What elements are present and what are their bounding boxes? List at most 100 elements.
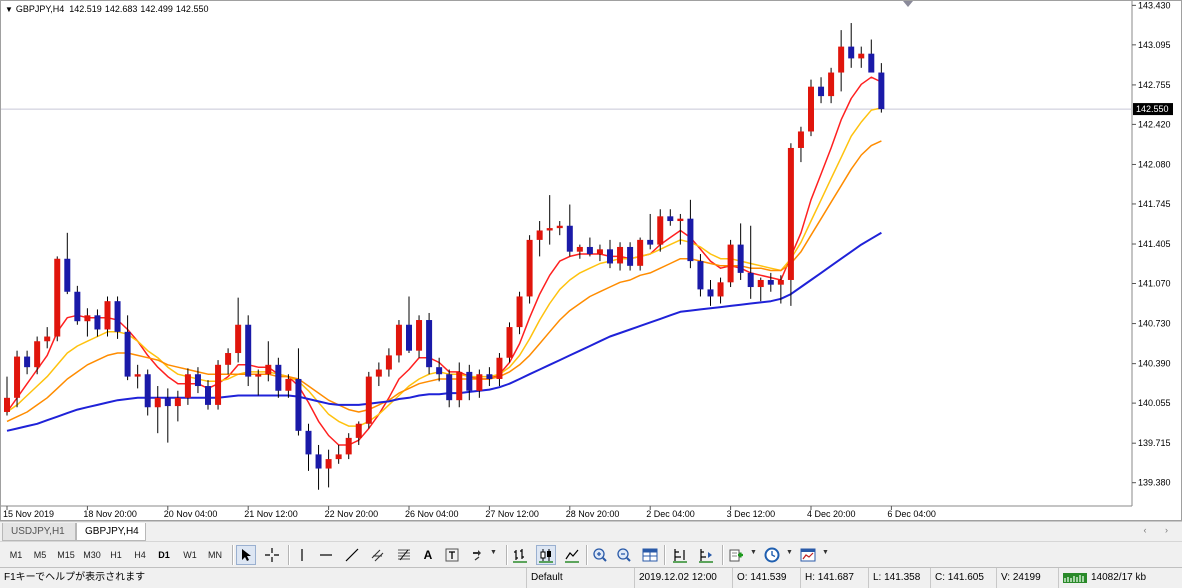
current-price-tag-label: 142.550: [1136, 104, 1169, 114]
time-axis-label: 26 Nov 04:00: [405, 509, 459, 519]
line-chart-icon[interactable]: [562, 545, 582, 565]
candle-body: [506, 327, 513, 358]
status-bar: F1キーでヘルプが表示されます Default 2019.12.02 12:00…: [0, 567, 1182, 588]
time-axis-label: 4 Dec 20:00: [807, 509, 856, 519]
price-chart[interactable]: 143.430 143.095 142.755 142.420 142.080 141.7…: [1, 1, 1181, 520]
candle-body: [456, 371, 463, 401]
candle-body: [446, 374, 453, 401]
templates-dropdown-icon[interactable]: ▼: [822, 549, 829, 556]
chart-shift-icon[interactable]: [696, 545, 716, 565]
timeframe-m1-button[interactable]: M1: [6, 547, 26, 563]
chart-menu-triangle-icon[interactable]: ▼: [5, 5, 13, 14]
candle-body: [255, 374, 262, 377]
text-label-tool-icon[interactable]: [442, 545, 462, 565]
vertical-line-tool-icon[interactable]: [292, 545, 312, 565]
candle-body: [436, 367, 443, 375]
candle-body: [295, 378, 302, 431]
timeframe-d1-button[interactable]: D1: [154, 547, 174, 563]
candle: [365, 371, 372, 429]
candle-body: [858, 53, 865, 59]
text-tool-icon[interactable]: A: [418, 545, 438, 565]
time-axis-label: 6 Dec 04:00: [887, 509, 936, 519]
timeframe-w1-button[interactable]: W1: [180, 547, 200, 563]
timeframe-h4-button[interactable]: H4: [130, 547, 150, 563]
indicators-icon[interactable]: [726, 545, 746, 565]
candlestick-chart-icon[interactable]: [536, 545, 556, 565]
timeframe-m5-button[interactable]: M5: [30, 547, 50, 563]
candle-body: [667, 216, 674, 222]
price-axis-label: 142.755: [1138, 80, 1171, 90]
candle-body: [647, 239, 654, 245]
trendline-tool-icon[interactable]: [342, 545, 362, 565]
candle-body: [355, 423, 362, 438]
tab-gbpjpy-h4[interactable]: GBPJPY,H4: [76, 523, 146, 541]
candle-body: [14, 356, 21, 398]
horizontal-line-tool-icon[interactable]: [316, 545, 336, 565]
price-axis-label: 142.420: [1138, 119, 1171, 129]
timeframe-h1-button[interactable]: H1: [106, 547, 126, 563]
arrows-tool-icon[interactable]: [468, 545, 488, 565]
ohlc-low: 142.499: [140, 4, 173, 14]
candle-body: [54, 258, 61, 337]
candle-body: [305, 430, 312, 455]
status-low: L: 141.358: [868, 568, 930, 588]
chart-shift-marker-icon[interactable]: [903, 1, 913, 7]
tile-windows-icon[interactable]: [640, 545, 660, 565]
candle-body: [4, 397, 10, 412]
arrows-dropdown-icon[interactable]: ▼: [490, 549, 497, 556]
time-axis-label: 28 Nov 20:00: [566, 509, 620, 519]
candle-body: [325, 459, 332, 469]
connection-bars-icon: [1063, 572, 1087, 583]
candle-body: [416, 320, 423, 351]
time-axis-label: 3 Dec 12:00: [727, 509, 776, 519]
candle-body: [607, 249, 613, 264]
candle: [808, 79, 814, 137]
cursor-tool-icon[interactable]: [236, 545, 256, 565]
timeframe-m30-button[interactable]: M30: [80, 547, 104, 563]
time-axis-label: 22 Nov 20:00: [325, 509, 379, 519]
periods-dropdown-icon[interactable]: ▼: [786, 549, 793, 556]
templates-icon[interactable]: [798, 545, 818, 565]
candle-body: [94, 315, 101, 330]
current-price-tag: 142.550: [1133, 103, 1173, 116]
candle-body: [496, 357, 503, 379]
chart-symbol: GBPJPY,H4: [15, 4, 65, 14]
candle-body: [335, 454, 342, 460]
periods-clock-icon[interactable]: [762, 545, 782, 565]
toolbar-separator: [586, 545, 588, 565]
auto-scroll-icon[interactable]: [670, 545, 690, 565]
candle-body: [194, 374, 201, 387]
candle-body: [657, 216, 664, 245]
status-profile[interactable]: Default: [526, 568, 634, 588]
zoom-out-icon[interactable]: [614, 545, 634, 565]
candle-body: [235, 324, 242, 354]
price-axis-label: 143.095: [1138, 40, 1171, 50]
candle-body: [737, 244, 744, 273]
chart-window[interactable]: 143.430 143.095 142.755 142.420 142.080 141.7…: [0, 0, 1182, 521]
candle-body: [426, 320, 433, 368]
time-axis-label: 15 Nov 2019: [3, 509, 54, 519]
bar-chart-icon[interactable]: [510, 545, 530, 565]
indicators-dropdown-icon[interactable]: ▼: [750, 549, 757, 556]
candle: [54, 256, 61, 342]
candle-body: [124, 331, 131, 377]
tab-usdjpy-h1[interactable]: USDJPY,H1: [2, 523, 76, 541]
crosshair-tool-icon[interactable]: [262, 545, 282, 565]
toolbar-separator: [722, 545, 724, 565]
candle-body: [375, 369, 382, 377]
candle-body: [627, 246, 634, 266]
tab-scroll-arrows[interactable]: ‹ ›: [1144, 525, 1177, 535]
channel-tool-icon[interactable]: [368, 545, 388, 565]
candle-body: [64, 258, 71, 292]
status-traffic[interactable]: 14082/17 kb: [1058, 568, 1182, 588]
candle-body: [727, 244, 734, 283]
zoom-in-icon[interactable]: [590, 545, 610, 565]
candle-body: [586, 246, 593, 255]
fibonacci-tool-icon[interactable]: [394, 545, 414, 565]
candle-body: [486, 374, 493, 379]
timeframe-m15-button[interactable]: M15: [54, 547, 78, 563]
timeframe-mn-button[interactable]: MN: [204, 547, 226, 563]
candle-body: [677, 218, 684, 222]
toolbar-separator: [232, 545, 234, 565]
candle-body: [576, 246, 583, 252]
